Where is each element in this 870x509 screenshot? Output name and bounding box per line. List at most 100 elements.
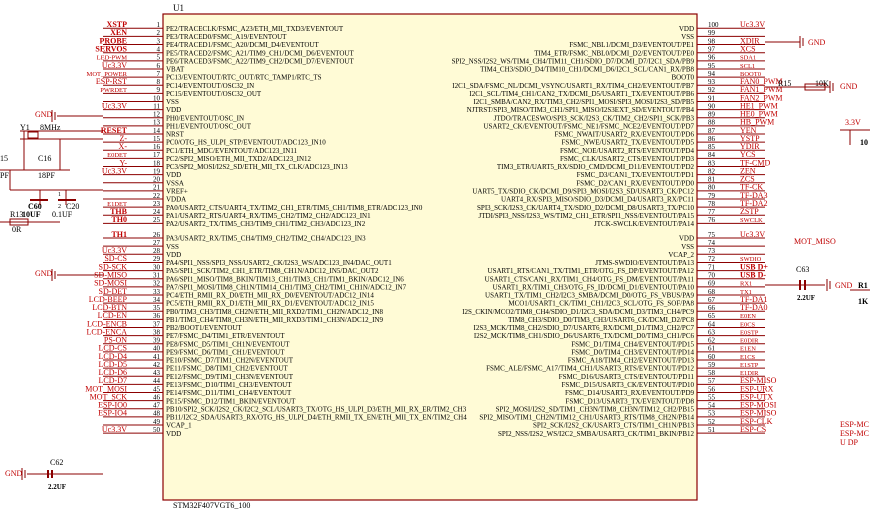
cap-pin-1: 1 — [58, 192, 61, 198]
esp-mc-label-1: ESP-MC — [840, 420, 869, 429]
pin-number: 63 — [708, 328, 716, 336]
pin-number: 18 — [153, 159, 161, 167]
pin-name: USART1_RTS/CAN1_TX/TIM1_ETR/OTG_FS_DP/EV… — [488, 267, 695, 275]
pin-name: PB11/I2C2_SDA/USART3_RX/OTG_HS_ULPI_D4/E… — [166, 414, 467, 422]
pin-name: SPI2_MOSI/I2S2_SD/TIM1_CH3N/TIM8_CH3N/TI… — [496, 405, 695, 413]
pin-number: 64 — [708, 320, 716, 328]
pin-name: FSMC_ALE/FSMC_A17/TIM4_CH1/USART3_RTS/EV… — [486, 365, 694, 373]
net-label: PWRDET — [100, 87, 127, 94]
pin-number: 73 — [708, 247, 716, 255]
pin-name: PE3/TRACED0/FSMC_A19/EVENTOUT — [166, 33, 287, 41]
pin-name: PA1/USART2_RTS/UART4_RX/TIM5_CH2/TIM2_CH… — [166, 212, 371, 220]
gnd-label-left-3: GND — [5, 469, 23, 478]
pin-name: PC3/SPI2_MOSI/I2S2_SD/ETH_MII_TX_CLK/ADC… — [166, 163, 348, 171]
pin-number: 56 — [708, 385, 716, 393]
net-label: ESP-RST — [96, 77, 127, 86]
pin-number: 14 — [153, 127, 161, 135]
pin-number: 48 — [153, 410, 161, 418]
cap-pin-2: 2 — [58, 204, 61, 210]
pin-name: PE12/FSMC_D9/TIM1_CH3N/EVENTOUT — [166, 373, 294, 381]
net-label: SCL1 — [740, 63, 755, 70]
pin-number: 12 — [153, 111, 161, 119]
pin-name: SPI2_MISO/TIM1_CH2N/TIM12_CH1/USART3_RTS… — [479, 414, 694, 422]
pin-number: 51 — [708, 426, 716, 434]
pin-name: TIM8_CH3/SDIO_D0/TIM3_CH3/USART6_CK/DCMI… — [508, 316, 694, 324]
pin-name: I2C1_SDA/FSMC_NL/DCMI_VSYNC/USART1_RX/TI… — [452, 82, 694, 90]
pin-name: PC2/SPI2_MISO/ETH_MII_TXD2/ADC123_IN12 — [166, 155, 312, 163]
chip-ref: U1 — [173, 3, 184, 13]
pin-name: FSMC_NBL1/DCMI_D3/EVENTOUT/PE1 — [569, 41, 694, 49]
pin-name: USART1_TX/TIM1_CH2/I2C3_SMBA/DCMI_D0/OTG… — [485, 292, 694, 300]
pin-name: PE11/FSMC_D8/TIM1_CH2/EVENTOUT — [166, 365, 288, 373]
pin-name: PC15/EVENTOUT/OSC32_OUT — [166, 90, 262, 98]
pin-number: 77 — [708, 208, 716, 216]
udp-label: U DP — [840, 438, 859, 447]
pin-number: 30 — [153, 263, 161, 271]
c62-ref: C62 — [50, 458, 63, 467]
pin-number: 43 — [153, 369, 161, 377]
pin-name: PE15/FSMC_D12/TIM1_BKIN/EVENTOUT — [166, 397, 296, 405]
net-label: Uc3.3V — [740, 20, 765, 29]
pin-name: SPI2_NSS/I2S2_WS/TIM4_CH4/TIM11_CH1/SDIO… — [452, 57, 695, 65]
pin-name: VREF+ — [166, 188, 188, 196]
pin-name: PC13/EVENTOUT/RTC_OUT/RTC_TAMP1/RTC_TS — [166, 74, 322, 82]
net-label: SDA1 — [740, 55, 756, 62]
pin-name: PA2/USART2_TX/TIM5_CH3/TIM9_CH1/TIM2_CH3… — [166, 220, 366, 228]
pin-number: 5 — [157, 54, 161, 62]
pin-number: 67 — [708, 296, 716, 304]
pin-number: 68 — [708, 288, 716, 296]
pin-name: PE14/FSMC_D11/TIM1_CH4/EVENTOUT — [166, 389, 292, 397]
pin-name: PB0/TIM3_CH3/TIM8_CH2N/ETH_MII_RXD2/TIM1… — [166, 308, 384, 316]
pin-name: SPI3_SCK/I2S3_CK/UART4_TX/SDIO_D2/DCMI_D… — [477, 204, 694, 212]
pin-number: 1 — [157, 21, 161, 29]
pin-name: VSS — [681, 243, 694, 251]
pin-name: PE10/FSMC_D7/TIM1_CH2N/EVENTOUT — [166, 357, 294, 365]
pin-number: 37 — [153, 320, 161, 328]
pin-number: 11 — [153, 102, 160, 110]
pin-number: 75 — [708, 231, 716, 239]
esp-mc-label-2: ESP-MC — [840, 429, 869, 438]
pin-name: PA0/USART2_CTS/UART4_TX/TIM2_CH1_ETR/TIM… — [166, 204, 423, 212]
net-label: E1CS — [740, 354, 756, 361]
net-label: SWCLK — [740, 217, 763, 224]
net-label: Uc3.3V — [102, 425, 127, 434]
pin-name: VSS — [166, 243, 179, 251]
net-label: TH1 — [111, 230, 127, 239]
c62-value: 2.2UF — [48, 483, 66, 491]
pin-name: PB2/BOOT1/EVENTOUT — [166, 324, 242, 332]
pin-name: VDD — [166, 171, 181, 179]
pin-number: 54 — [708, 402, 716, 410]
pin-name: PB10/SPI2_SCK/I2S2_CK/I2C2_SCL/USART3_TX… — [166, 405, 467, 413]
pin-number: 100 — [708, 21, 719, 29]
pin-number: 70 — [708, 272, 716, 280]
pin-number: 39 — [153, 337, 161, 345]
pin-number: 94 — [708, 70, 716, 78]
pin-name: VDD — [166, 251, 181, 259]
pin-number: 52 — [708, 418, 716, 426]
gnd-label-left-2: GND — [35, 269, 53, 278]
pin-name: SPI2_NSS/I2S2_WS/I2C2_SMBA/USART3_CK/TIM… — [498, 430, 695, 438]
pin-number: 95 — [708, 62, 716, 70]
pin-number: 40 — [153, 345, 161, 353]
pin-number: 28 — [153, 247, 161, 255]
pin-number: 13 — [153, 119, 161, 127]
pin-name: FSMC_D2/CAN1_RX/EVENTOUT/PD0 — [576, 179, 694, 187]
gnd-label-left-1: GND — [35, 110, 53, 119]
pin-number: 25 — [153, 216, 161, 224]
pin-number: 23 — [153, 200, 161, 208]
pin-name: VDDA — [166, 196, 186, 204]
pin-name: PA5/SPI1_SCK/TIM2_CH1_ETR/TIM8_CH1N/ADC1… — [166, 267, 379, 275]
pin-number: 33 — [153, 288, 161, 296]
pin-number: 65 — [708, 312, 716, 320]
pin-number: 38 — [153, 328, 161, 336]
pin-number: 96 — [708, 54, 716, 62]
pin-number: 92 — [708, 86, 716, 94]
pin-number: 80 — [708, 184, 716, 192]
pin-number: 78 — [708, 200, 716, 208]
net-label: E0STP — [740, 329, 759, 336]
pin-number: 4 — [157, 45, 161, 53]
pin-number: 91 — [708, 94, 716, 102]
c15-ref: 15 — [0, 154, 8, 163]
net-label: USB D- — [740, 271, 766, 280]
schematic-canvas: U1 STM32F407VGT6_100 1 PE2/TRACECLK/FSMC_… — [0, 3, 870, 509]
